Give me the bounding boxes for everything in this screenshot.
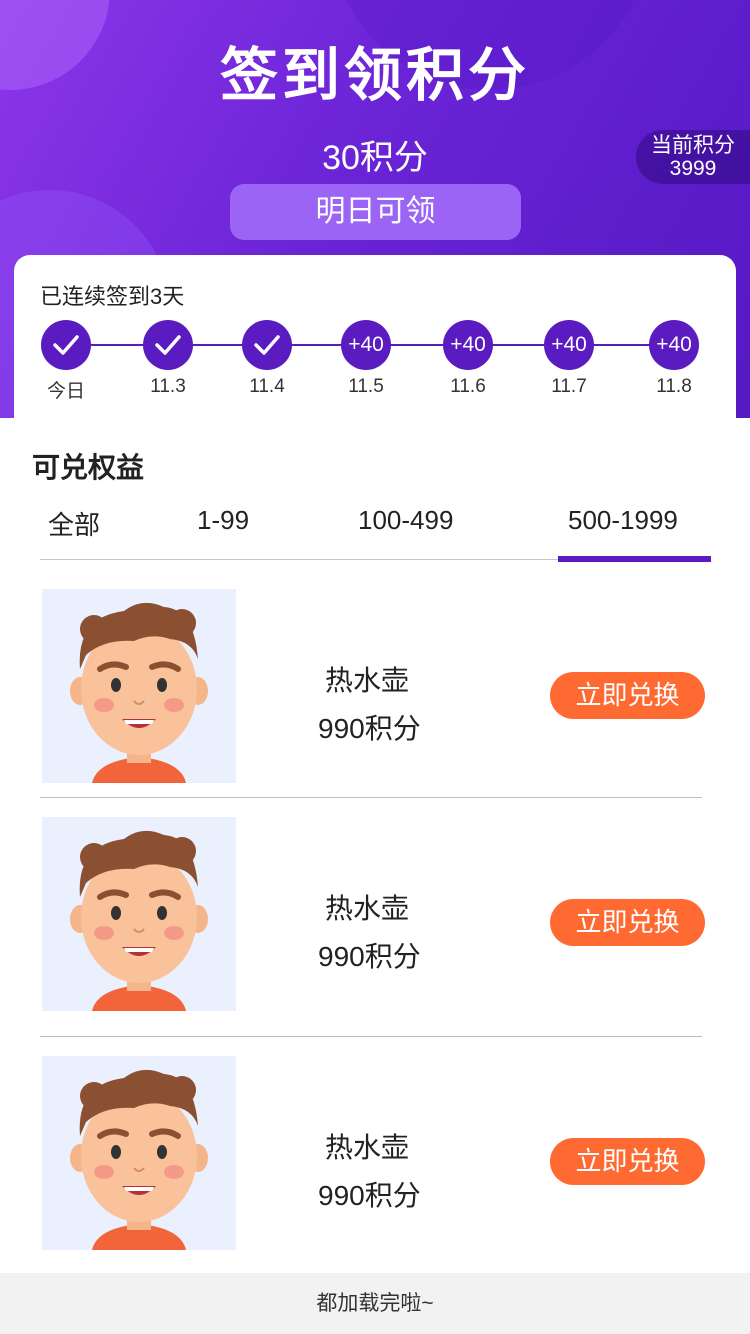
tab-all[interactable]: 全部	[48, 505, 100, 542]
signin-date: 11.5	[348, 376, 384, 397]
check-icon	[242, 320, 292, 370]
reward-badge: +40	[544, 320, 594, 370]
current-points-label: 当前积分	[651, 134, 735, 157]
redeem-button[interactable]: 立即兑换	[550, 1138, 705, 1185]
signin-date: 11.6	[450, 376, 486, 397]
signin-day: +40 11.8	[634, 320, 714, 398]
section-title: 可兑权益	[32, 452, 145, 483]
item-name: 热水壶	[325, 1132, 410, 1163]
item-name: 热水壶	[325, 893, 410, 924]
signin-day: +40 11.6	[428, 320, 508, 398]
reward-item: 热水壶 990积分 立即兑换	[40, 1056, 705, 1252]
current-points-value: 3999	[669, 157, 717, 180]
signin-card: 已连续签到3天 今日 11.3 11.4 +40 11.5 +40 11.6 +…	[14, 255, 736, 455]
item-divider	[40, 1036, 702, 1037]
item-name: 热水壶	[325, 665, 410, 696]
tab-100-499[interactable]: 100-499	[358, 505, 453, 536]
current-points-badge[interactable]: 当前积分 3999	[636, 130, 750, 184]
signin-date: 11.8	[656, 376, 692, 397]
avatar-boy-icon	[42, 1056, 236, 1250]
tabs-divider	[40, 559, 560, 560]
active-tab-indicator	[558, 556, 711, 562]
reward-badge: +40	[443, 320, 493, 370]
streak-text: 已连续签到3天	[40, 284, 185, 309]
signin-date: 11.4	[249, 376, 285, 397]
avatar-boy-icon	[42, 589, 236, 783]
tab-500-1999[interactable]: 500-1999	[568, 505, 678, 536]
filter-tabs: 全部 1-99 100-499 500-1999	[40, 505, 710, 561]
claim-button[interactable]: 明日可领	[230, 184, 521, 240]
signin-date: 11.7	[551, 376, 587, 397]
redeem-button[interactable]: 立即兑换	[550, 899, 705, 946]
signin-date: 11.3	[150, 376, 186, 397]
redeem-button[interactable]: 立即兑换	[550, 672, 705, 719]
avatar-boy-icon	[42, 817, 236, 1011]
signin-day: 11.4	[227, 320, 307, 398]
load-complete-footer: 都加载完啦~	[0, 1273, 750, 1334]
reward-item: 热水壶 990积分 立即兑换	[40, 817, 705, 1013]
signin-day: +40 11.5	[326, 320, 406, 398]
reward-badge: +40	[341, 320, 391, 370]
signin-date: 今日	[46, 381, 85, 402]
item-price: 990积分	[318, 713, 421, 744]
signin-day: 11.3	[128, 320, 208, 398]
item-price: 990积分	[318, 941, 421, 972]
item-price: 990积分	[318, 1180, 421, 1211]
page-title: 签到领积分	[219, 43, 530, 108]
signin-day: 今日	[26, 320, 106, 403]
check-icon	[143, 320, 193, 370]
signin-day: +40 11.7	[529, 320, 609, 398]
reward-badge: +40	[649, 320, 699, 370]
tab-1-99[interactable]: 1-99	[197, 505, 249, 536]
item-divider	[40, 797, 702, 798]
reward-item: 热水壶 990积分 立即兑换	[40, 589, 705, 785]
check-icon	[41, 320, 91, 370]
